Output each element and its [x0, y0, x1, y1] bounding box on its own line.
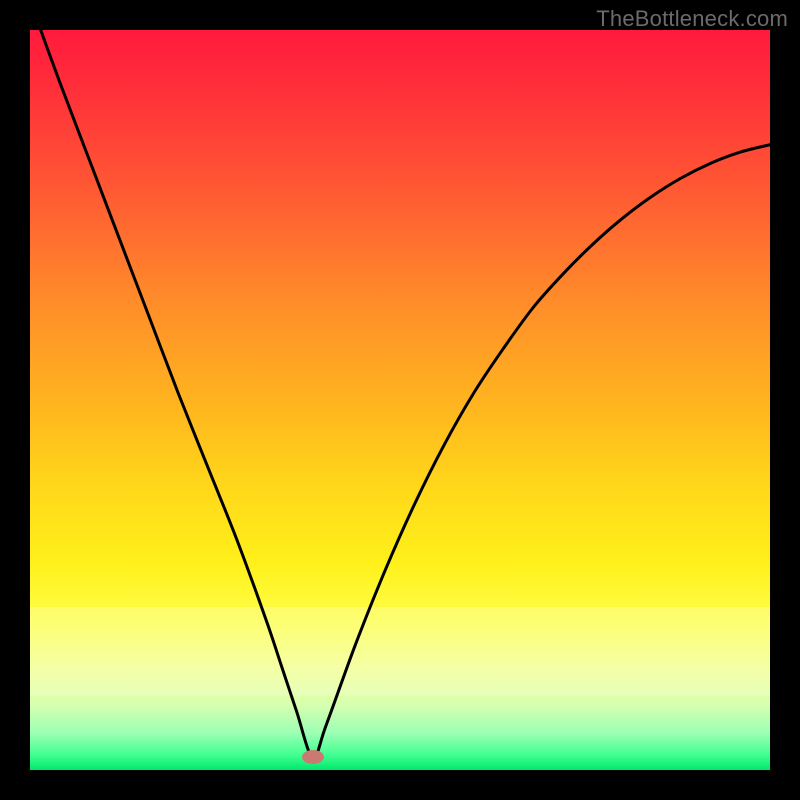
plot-area — [30, 30, 770, 770]
attribution-label: TheBottleneck.com — [596, 6, 788, 32]
bottleneck-curve — [30, 30, 770, 758]
curve-svg — [30, 30, 770, 770]
highlight-band — [30, 607, 770, 696]
chart-frame: TheBottleneck.com — [0, 0, 800, 800]
optimal-marker — [302, 750, 324, 764]
